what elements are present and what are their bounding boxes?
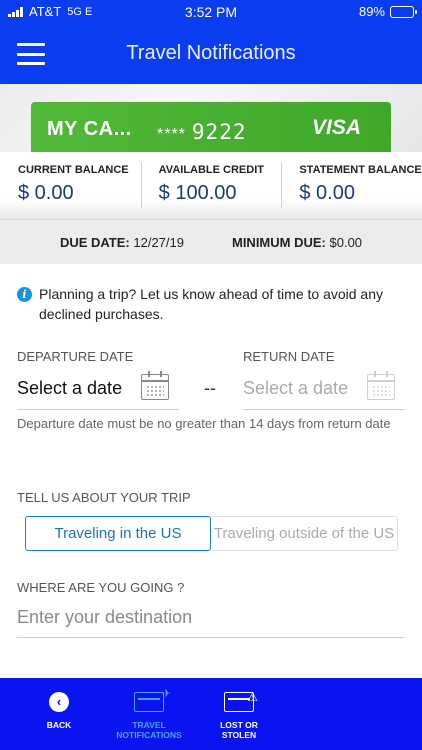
calendar-icon[interactable] (367, 371, 395, 400)
tab-travel-notifications[interactable]: TRAVEL NOTIFICATIONS (114, 678, 184, 740)
credit-card[interactable]: MY CA... **** 9222 VISA (31, 102, 391, 152)
return-date-value: Select a date (243, 378, 349, 398)
statement-balance: STATEMENT BALANCE $ 0.00 (281, 152, 422, 219)
tab-label: LOST OR STOLEN (220, 720, 258, 740)
status-bar: AT&T 5G E 3:52 PM 89% (0, 0, 422, 24)
visa-logo: VISA (311, 116, 361, 139)
lost-card-icon: ⚠ (224, 690, 258, 712)
due-date-value: 12/27/19 (133, 234, 184, 250)
destination-input[interactable] (17, 598, 405, 638)
trip-type-toggle: Traveling in the US Traveling outside of… (25, 516, 398, 551)
current-balance: CURRENT BALANCE $ 0.00 (0, 152, 141, 219)
date-separator: -- (204, 378, 216, 398)
due-date: DUE DATE: 12/27/19 (60, 235, 184, 250)
info-message: i Planning a trip? Let us know ahead of … (17, 284, 407, 324)
card-name: MY CA... (47, 118, 132, 140)
date-hint: Departure date must be no greater than 1… (17, 416, 391, 431)
trip-type-label: TELL US ABOUT YOUR TRIP (17, 490, 191, 505)
minimum-due-label: MINIMUM DUE: (231, 234, 326, 250)
tab-lost-or-stolen[interactable]: ⚠ LOST OR STOLEN (204, 678, 274, 740)
departure-date-label: DEPARTURE DATE (17, 349, 134, 364)
return-date-field[interactable]: Select a date (243, 368, 405, 410)
destination-label: WHERE ARE YOU GOING ? (17, 580, 185, 595)
card-number: **** 9222 (157, 120, 246, 144)
bottom-tab-bar: ‹ BACK TRAVEL NOTIFICATIONS ⚠ LOST OR ST… (0, 678, 422, 750)
minimum-due-value: $0.00 (329, 234, 363, 250)
battery-percent: 89% (358, 4, 385, 19)
tab-label: TRAVEL NOTIFICATIONS (116, 720, 182, 740)
balance-label: STATEMENT BALANCE (299, 164, 422, 176)
balance-label: CURRENT BALANCE (18, 164, 129, 176)
info-text: Planning a trip? Let us know ahead of ti… (39, 286, 383, 322)
tab-back[interactable]: ‹ BACK (24, 678, 94, 730)
balance-summary: CURRENT BALANCE $ 0.00 AVAILABLE CREDIT … (0, 152, 422, 220)
available-credit: AVAILABLE CREDIT $ 100.00 (140, 152, 282, 219)
departure-date-field[interactable]: Select a date (17, 368, 179, 410)
battery-icon (390, 5, 417, 18)
card-banner: MY CA... **** 9222 VISA (0, 84, 422, 152)
info-icon: i (17, 287, 32, 302)
return-date-label: RETURN DATE (243, 349, 335, 364)
due-info: DUE DATE: 12/27/19 MINIMUM DUE: $0.00 (0, 220, 422, 264)
balance-value: $ 0.00 (299, 182, 355, 204)
due-date-label: DUE DATE: (59, 234, 130, 250)
balance-value: $ 100.00 (158, 182, 237, 204)
balance-label: AVAILABLE CREDIT (158, 164, 264, 176)
option-traveling-us[interactable]: Traveling in the US (25, 516, 211, 551)
battery-info: 89% (358, 4, 417, 19)
card-mask: **** (157, 126, 186, 143)
balance-value: $ 0.00 (18, 182, 74, 204)
calendar-icon[interactable] (141, 371, 169, 400)
card-last4: 9222 (191, 120, 247, 144)
departure-date-value: Select a date (17, 378, 123, 398)
travel-card-icon (134, 687, 171, 712)
page-title: Travel Notifications (126, 42, 296, 64)
option-traveling-outside-us[interactable]: Traveling outside of the US (211, 516, 398, 551)
app-header: Travel Notifications (0, 24, 422, 84)
tab-label: BACK (46, 720, 72, 730)
back-icon: ‹ (49, 692, 69, 712)
minimum-due: MINIMUM DUE: $0.00 (232, 235, 362, 250)
